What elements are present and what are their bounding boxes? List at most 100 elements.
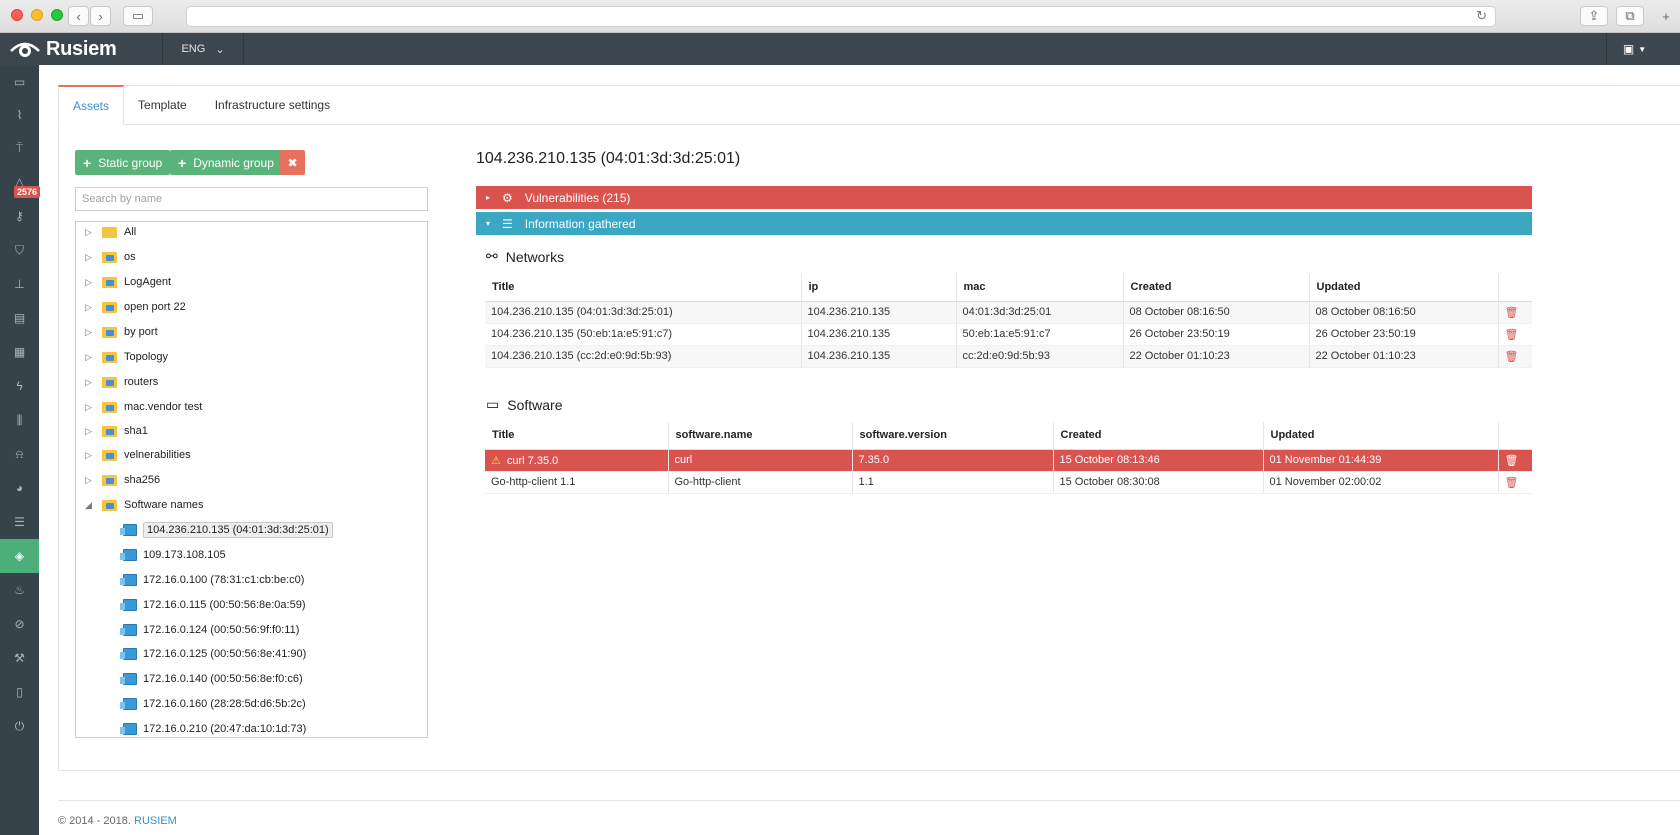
table-row[interactable]: 104.236.210.135 (04:01:3d:3d:25:01) 104.… [485,301,1532,324]
expand-icon[interactable]: ▷ [85,377,97,388]
expand-icon[interactable]: ▷ [85,426,97,437]
column-header[interactable]: Title [485,274,802,302]
tree-node-sha1[interactable]: ▷ sha1 [85,421,148,441]
tree-node-routers[interactable]: ▷ routers [85,372,158,392]
address-bar[interactable]: ↻ [186,6,1496,27]
close-window-button[interactable] [11,9,23,21]
forward-icon[interactable]: › [90,6,111,26]
tree-host-node[interactable]: 104.236.210.135 (04:01:3d:3d:25:01) [120,520,333,540]
tree-host-node[interactable]: 172.16.0.140 (00:50:56:8e:f0:c6) [120,669,303,689]
search-input[interactable] [75,187,428,211]
column-header[interactable]: software.version [852,422,1054,450]
shield-icon[interactable]: ⛉ [0,233,39,267]
delete-group-button[interactable]: ✖ [280,150,305,175]
rusiem-link[interactable]: RUSIEM [134,815,177,827]
tab-infrastructure-settings[interactable]: Infrastructure settings [201,85,344,125]
lightning-icon[interactable]: ϟ [0,369,39,403]
delete-row-button[interactable]: 🗑 [1498,345,1532,368]
collapse-icon[interactable]: ◢ [85,500,97,511]
reload-icon[interactable]: ↻ [1476,8,1487,24]
back-icon[interactable]: ‹ [68,6,89,26]
tree-node-logagent[interactable]: ▷ LogAgent [85,272,171,292]
table-row[interactable]: ⚠ curl 7.35.0 curl 7.35.0 15 October 08:1… [485,449,1532,472]
power-icon[interactable]: ⏻ [0,709,39,743]
tree-node-open-port-22[interactable]: ▷ open port 22 [85,297,186,317]
tree-node-sha256[interactable]: ▷ sha256 [85,470,160,490]
expand-icon[interactable]: ▷ [85,302,97,313]
tree-host-node[interactable]: 172.16.0.125 (00:50:56:8e:41:90) [120,644,306,664]
pie-chart-icon[interactable]: ◕ [0,471,39,505]
expand-icon[interactable]: ▷ [85,252,97,263]
tree-host-node[interactable]: 172.16.0.115 (00:50:56:8e:0a:59) [120,595,306,615]
delete-row-button[interactable]: 🗑 [1498,449,1532,472]
tree-host-node[interactable]: 172.16.0.100 (78:31:c1:cb:be:c0) [120,570,304,590]
tree-host-node[interactable]: 172.16.0.160 (28:28:5d:d6:5b:2c) [120,694,306,714]
fire-icon[interactable]: ♨ [0,573,39,607]
delete-row-button[interactable]: 🗑 [1498,323,1532,346]
column-header[interactable]: software.name [668,422,853,450]
copyright-text: © 2014 - 2018. [58,815,131,827]
expand-icon[interactable]: ▷ [85,450,97,461]
vulnerabilities-panel-header[interactable]: ▸ ⚙ Vulnerabilities (215) [476,186,1532,209]
delete-row-button[interactable]: 🗑 [1498,301,1532,324]
user-menu-button[interactable]: ▣ ▼ [1606,33,1662,65]
chart-icon[interactable]: ⌇ [0,98,39,132]
sidebar-toggle-icon[interactable]: ▭ [123,6,153,26]
tree-node-velnerabilities[interactable]: ▷ velnerabilities [85,445,191,465]
plus-icon: + [178,154,187,171]
ban-icon[interactable]: ⊘ [0,607,39,641]
key-icon[interactable]: ⚷ [0,199,39,233]
column-header[interactable]: Created [1053,422,1264,450]
new-tab-icon[interactable]: + [1656,6,1676,26]
tree-node-os[interactable]: ▷ os [85,247,136,267]
expand-icon[interactable]: ▷ [85,227,97,238]
expand-icon[interactable]: ▷ [85,402,97,413]
expand-icon[interactable]: ▷ [85,277,97,288]
table-row[interactable]: Go-http-client 1.1 Go-http-client 1.1 15… [485,471,1532,494]
information-panel-header[interactable]: ▾ ☰ Information gathered [476,212,1532,235]
expand-icon[interactable]: ▷ [85,327,97,338]
tree-node-all[interactable]: ▷ All [85,222,136,242]
table-row[interactable]: 104.236.210.135 (cc:2d:e0:9d:5b:93) 104.… [485,345,1532,368]
tree-node-by-port[interactable]: ▷ by port [85,322,158,342]
monitor-icon[interactable]: ▭ [0,65,39,99]
share-icon[interactable]: ⇪ [1580,6,1608,26]
antenna-icon[interactable]: ⍑ [0,131,39,165]
library-icon[interactable]: ⫼ [0,403,39,437]
file-icon[interactable]: ▯ [0,675,39,709]
asset-tree[interactable]: ▷ All ▷ os ▷ LogAgent ▷ open port 22 ▷ by por… [75,221,428,738]
tab-template[interactable]: Template [124,85,201,125]
minimize-window-button[interactable] [31,9,43,21]
delete-row-button[interactable]: 🗑 [1498,471,1532,494]
tree-node-topology[interactable]: ▷ Topology [85,347,168,367]
document-icon[interactable]: ▤ [0,301,39,335]
tree-host-label: 172.16.0.115 (00:50:56:8e:0a:59) [143,599,306,611]
tab-assets[interactable]: Assets [58,85,125,125]
tree-node-mac-vendor-test[interactable]: ▷ mac.vendor test [85,397,202,417]
column-header[interactable]: mac [956,274,1124,302]
column-header[interactable]: Created [1123,274,1310,302]
brand-logo[interactable]: Rusiem [10,36,117,62]
column-header[interactable]: Title [485,422,669,450]
report-icon[interactable]: ▦ [0,335,39,369]
tree-node-software-names[interactable]: ◢ Software names [85,495,203,515]
add-static-group-button[interactable]: + Static group [75,150,171,175]
maximize-window-button[interactable] [51,9,63,21]
expand-icon[interactable]: ▷ [85,352,97,363]
bell-icon[interactable]: ⍾ [0,437,39,471]
wrench-icon[interactable]: ⚒ [0,641,39,675]
tree-host-node[interactable]: 172.16.0.210 (20:47:da:10:1d:73) [120,719,306,737]
tree-host-node[interactable]: 109.173.108.105 [120,545,226,565]
tree-host-node[interactable]: 172.16.0.124 (00:50:56:9f:f0:11) [120,620,299,640]
language-selector[interactable]: ENG ⌄ [162,33,244,65]
sitemap-icon[interactable]: ⊥ [0,267,39,301]
expand-icon[interactable]: ▷ [85,475,97,486]
column-header[interactable]: ip [801,274,957,302]
column-header[interactable]: Updated [1309,274,1499,302]
tabs-overview-icon[interactable]: ⧉ [1616,6,1644,26]
assets-layers-icon[interactable]: ◈ [0,539,39,573]
column-header[interactable]: Updated [1263,422,1499,450]
list-icon[interactable]: ☰ [0,505,39,539]
add-dynamic-group-button[interactable]: + Dynamic group [170,150,282,175]
table-row[interactable]: 104.236.210.135 (50:eb:1a:e5:91:c7) 104.… [485,323,1532,346]
